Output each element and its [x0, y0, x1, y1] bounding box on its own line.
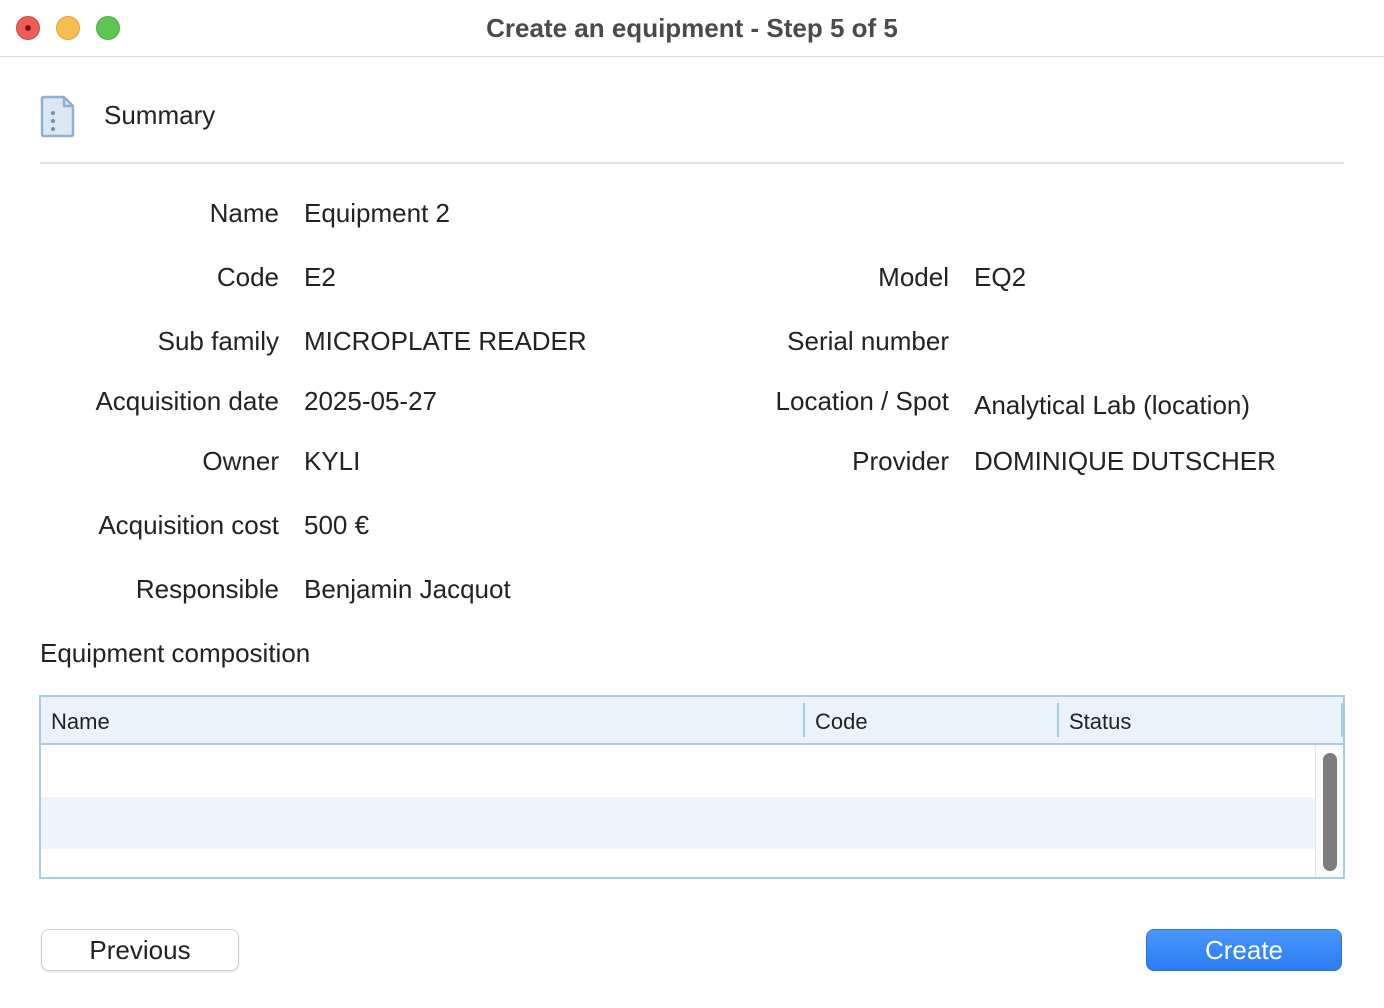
table-row[interactable] — [41, 745, 1315, 797]
responsible-label: Responsible — [135, 574, 279, 604]
code-value: E2 — [304, 262, 336, 292]
section-title: Summary — [104, 100, 216, 130]
provider-label: Provider — [852, 446, 949, 476]
summary-header: Summary — [40, 90, 1344, 164]
location-spot-label: Location / Spot — [775, 386, 949, 416]
acquisition-cost-value: 500 € — [304, 510, 370, 540]
table-scrollbar[interactable] — [1315, 745, 1343, 877]
acquisition-cost-label: Acquisition cost — [98, 510, 279, 540]
column-header-status[interactable]: Status — [1059, 697, 1341, 743]
column-divider — [1341, 703, 1343, 737]
acquisition-date-value: 2025-05-27 — [304, 386, 437, 416]
composition-title: Equipment composition — [40, 638, 311, 668]
table-header: Name Code Status — [41, 697, 1343, 745]
previous-button[interactable]: Previous — [41, 929, 239, 971]
responsible-value: Benjamin Jacquot — [304, 574, 511, 604]
name-value: Equipment 2 — [304, 198, 450, 228]
document-icon — [40, 95, 75, 138]
serial-number-label: Serial number — [787, 326, 949, 356]
code-label: Code — [216, 262, 279, 292]
composition-table[interactable]: Name Code Status — [39, 695, 1345, 879]
window-title: Create an equipment - Step 5 of 5 — [486, 13, 898, 43]
sub-family-value: MICROPLATE READER — [304, 326, 587, 356]
owner-value: KYLI — [304, 446, 361, 476]
model-value: EQ2 — [974, 262, 1027, 292]
sub-family-label: Sub family — [157, 326, 279, 356]
provider-value: DOMINIQUE DUTSCHER — [974, 446, 1276, 476]
acquisition-date-label: Acquisition date — [95, 386, 279, 416]
create-button[interactable]: Create — [1146, 929, 1342, 971]
name-label: Name — [209, 198, 279, 228]
column-header-code[interactable]: Code — [805, 697, 1057, 743]
table-row[interactable] — [41, 797, 1315, 849]
scrollbar-thumb[interactable] — [1323, 753, 1337, 871]
location-spot-value: Analytical Lab (location) — [974, 390, 1251, 420]
title-bar: Create an equipment - Step 5 of 5 — [0, 0, 1384, 57]
table-row[interactable] — [41, 849, 1315, 877]
column-header-name[interactable]: Name — [41, 697, 803, 743]
owner-label: Owner — [202, 446, 279, 476]
model-label: Model — [878, 262, 949, 292]
